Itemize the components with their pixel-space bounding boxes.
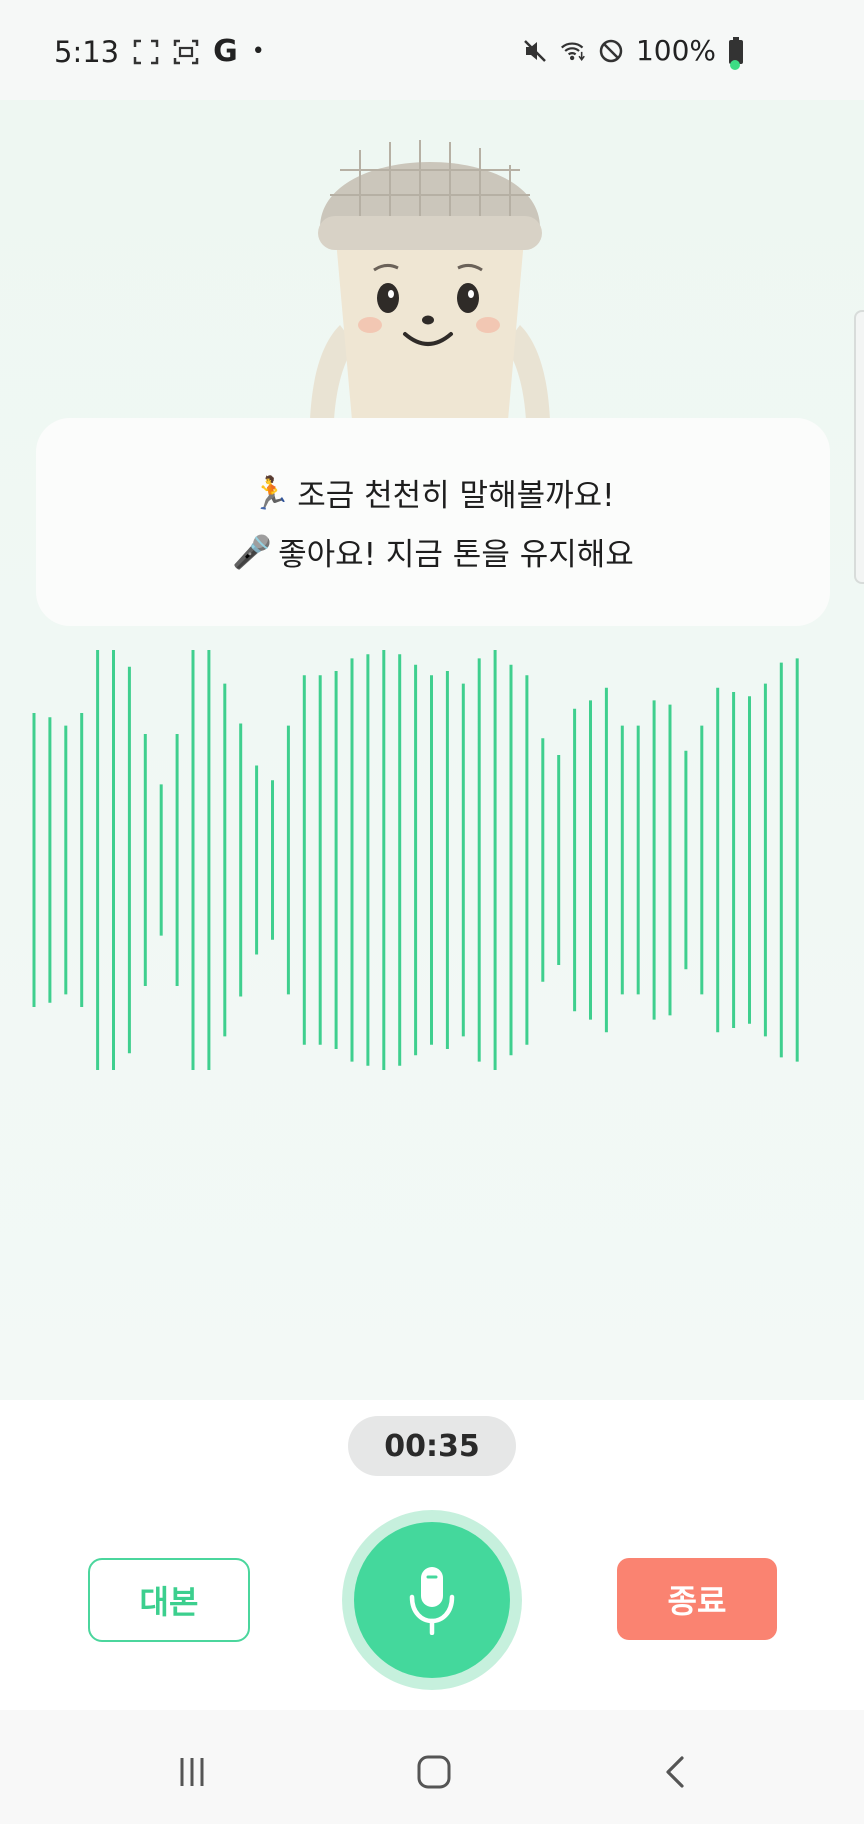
screen-record-icon [173,39,199,64]
privacy-indicator-dot [730,60,740,70]
feedback-line-pace: 🏃 조금 천천히 말해볼까요! [251,470,614,515]
status-time: 5:13 [54,34,120,69]
feedback-card: 🏃 조금 천천히 말해볼까요! 🎤 좋아요! 지금 톤을 유지해요 [36,418,830,626]
screenshot-icon [133,39,159,64]
mic-record-button[interactable] [354,1522,510,1678]
back-icon[interactable] [656,1752,696,1792]
recording-timer: 00:35 [348,1416,516,1476]
google-icon: G [213,34,238,69]
microphone-emoji-icon: 🎤 [232,532,273,571]
microphone-icon [409,1567,455,1635]
recent-apps-icon[interactable] [172,1752,212,1792]
status-left: 5:13 G • [54,34,265,69]
do-not-disturb-icon [599,39,623,62]
status-right: 100% [522,34,744,67]
end-button[interactable]: 종료 [617,1558,777,1640]
mute-icon [524,39,546,62]
edge-panel-handle[interactable] [854,310,864,584]
status-bar: 5:13 G • 100% [0,0,864,100]
feedback-pace-text: 조금 천천히 말해볼까요! [297,478,615,514]
microphone-mascot [310,140,550,420]
feedback-line-tone: 🎤 좋아요! 지금 톤을 유지해요 [232,529,634,574]
battery-percent: 100% [635,34,716,67]
notification-dot: • [251,39,265,64]
script-button[interactable]: 대본 [88,1558,250,1642]
feedback-tone-text: 좋아요! 지금 톤을 유지해요 [278,537,634,573]
wifi-icon [560,42,585,61]
home-icon[interactable] [414,1752,454,1792]
running-icon: 🏃 [251,473,292,512]
audio-waveform [32,650,799,1070]
